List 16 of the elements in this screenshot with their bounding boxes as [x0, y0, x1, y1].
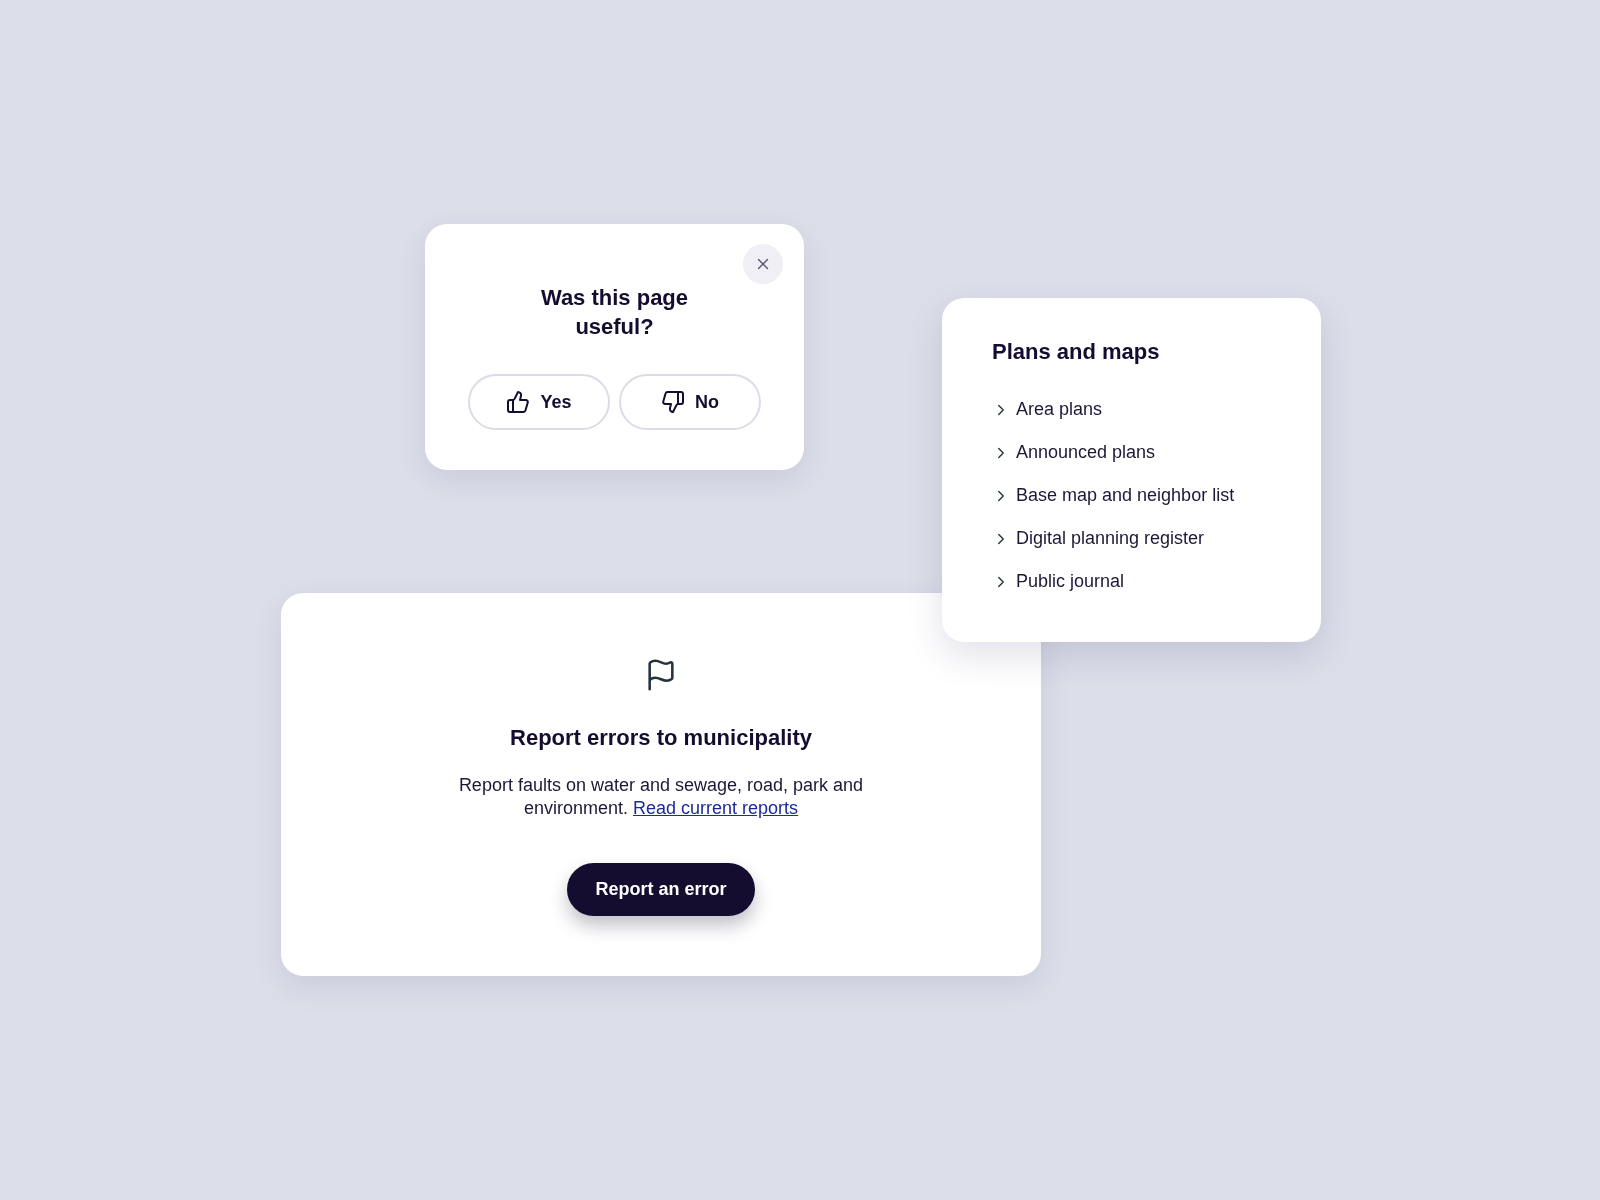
read-reports-link[interactable]: Read current reports	[633, 798, 799, 818]
thumbs-down-icon	[661, 390, 685, 414]
thumbs-up-icon	[506, 390, 531, 414]
report-error-button[interactable]: Report an error	[567, 863, 755, 916]
plans-link[interactable]: Digital planning register	[992, 525, 1205, 552]
plans-title: Plans and maps	[992, 338, 1160, 366]
plans-link[interactable]: Public journal	[992, 568, 1125, 595]
feedback-question: Was this page useful?	[539, 284, 690, 341]
report-description: Report faults on water and sewage, road, park and environment. Read current reports	[457, 774, 865, 820]
plans-link[interactable]: Announced plans	[992, 439, 1156, 466]
feedback-button[interactable]: Yes	[468, 374, 610, 430]
report-title: Report errors to municipality	[510, 724, 812, 752]
plans-link[interactable]: Area plans	[992, 396, 1103, 423]
feedback-button[interactable]: No	[619, 374, 761, 430]
close-button[interactable]	[743, 244, 783, 284]
plans-link[interactable]: Base map and neighbor list	[992, 482, 1235, 509]
